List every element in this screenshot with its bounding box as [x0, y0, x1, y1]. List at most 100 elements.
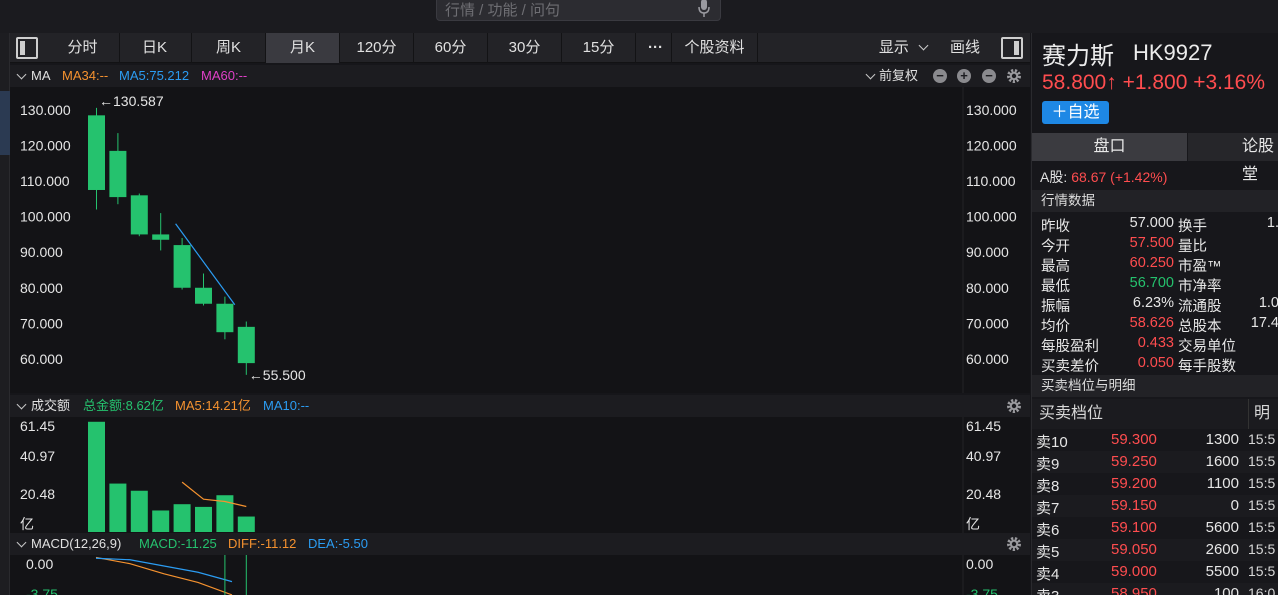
macd-chart-area[interactable]: 0.00 0.00 -3.75 -3.75: [10, 555, 1030, 595]
ma60-readout: MA60:--: [201, 68, 248, 83]
volume-bar[interactable]: [237, 516, 255, 532]
adjust-mode-label[interactable]: 前复权: [879, 65, 918, 87]
indicator-name[interactable]: MA: [31, 65, 51, 87]
zoom-in-icon[interactable]: +: [957, 69, 971, 83]
candle-body[interactable]: [88, 115, 105, 190]
period-tab-4[interactable]: 120分: [340, 33, 414, 63]
toggle-right-panel-icon[interactable]: [1001, 37, 1023, 59]
ask-price: 59.150: [1111, 497, 1157, 514]
y-axis-label-right: 40.97: [966, 448, 1001, 464]
period-tab-2[interactable]: 周K: [192, 33, 266, 63]
period-toolbar: 分时 日K 周K 月K 120分 60分 30分 15分 ··· 个股资料 显示 画线: [10, 33, 1030, 63]
search-placeholder: 行情 / 功能 / 问句: [445, 2, 561, 19]
search-box[interactable]: 行情 / 功能 / 问句: [436, 0, 721, 21]
price-chart-header: MA MA34:-- MA5:75.212 MA60:-- 前复权 − + −: [10, 65, 1030, 87]
volume-title[interactable]: 成交额: [31, 395, 70, 417]
ask-row[interactable]: 卖9 59.250 1600 15:5: [1032, 451, 1278, 473]
ask-label: 卖9: [1036, 456, 1060, 473]
detail-time: 15:5: [1248, 475, 1276, 491]
gear-icon[interactable]: [1006, 68, 1022, 84]
candle-body[interactable]: [152, 234, 170, 240]
quote-value: 1.: [1266, 215, 1278, 231]
orderbook-section: 买卖档位与明细: [1032, 375, 1278, 397]
quote-label: 买卖差价: [1041, 359, 1099, 375]
period-tab-3[interactable]: 月K: [266, 33, 340, 63]
ask-volume: 1300: [1205, 431, 1239, 448]
volume-bar[interactable]: [130, 490, 148, 532]
gear-icon[interactable]: [1006, 536, 1022, 552]
ask-row[interactable]: 卖6 59.100 5600 15:5: [1032, 517, 1278, 539]
gear-icon[interactable]: [1006, 398, 1022, 414]
candle-body[interactable]: [237, 326, 255, 364]
volume-ma10: MA10:--: [263, 398, 310, 413]
tab-lungu[interactable]: 论股堂: [1188, 133, 1278, 183]
candle-body[interactable]: [109, 150, 127, 198]
collapse-chevron-icon[interactable]: [16, 537, 27, 548]
left-edge-strip: [0, 33, 10, 595]
ask-volume: 1600: [1205, 453, 1239, 470]
candle-body[interactable]: [216, 303, 234, 333]
period-tab-5[interactable]: 60分: [414, 33, 488, 63]
macd-value: MACD:-11.25: [139, 536, 217, 551]
volume-bar[interactable]: [195, 506, 212, 532]
volume-header: 成交额 总金额:8.62亿 MA5:14.21亿 MA10:--: [10, 395, 1030, 417]
ask-price: 58.950: [1111, 585, 1157, 595]
diff-value: DIFF:-11.12: [228, 536, 297, 551]
price-chart-area[interactable]: 130.000 130.000 120.000 120.000 110.000 110.0…: [10, 87, 1030, 393]
volume-chart[interactable]: 61.45 61.45 40.97 40.97 20.48 20.48 亿 亿: [10, 417, 1030, 533]
candle-body[interactable]: [130, 195, 148, 235]
period-tab-6[interactable]: 30分: [488, 33, 562, 63]
ask-row[interactable]: 卖8 59.200 1100 15:5: [1032, 473, 1278, 495]
ma34-readout: MA34:--: [62, 68, 109, 83]
volume-bar[interactable]: [109, 483, 127, 532]
stock-profile-button[interactable]: 个股资料: [672, 33, 758, 63]
ask-row[interactable]: 卖5 59.050 2600 15:5: [1032, 539, 1278, 561]
candlestick-chart[interactable]: 130.000 130.000 120.000 120.000 110.000 110.0…: [10, 87, 1030, 393]
y-axis-label-left: 70.000: [20, 315, 63, 331]
period-tab-1[interactable]: 日K: [118, 33, 192, 63]
y-axis-label-left: 90.000: [20, 244, 63, 260]
volume-bar[interactable]: [88, 421, 105, 532]
adjust-chevron-icon[interactable]: [865, 69, 876, 80]
collapse-chevron-icon[interactable]: [16, 399, 27, 410]
quote-value: 60.250: [1129, 255, 1174, 271]
volume-bar[interactable]: [173, 504, 191, 532]
quote-row: 最高 60.250 市盈™: [1032, 255, 1278, 275]
remove-indicator-icon[interactable]: −: [982, 69, 996, 83]
volume-bar[interactable]: [152, 510, 170, 532]
period-tab-0[interactable]: 分时: [46, 33, 120, 63]
ma5-readout: MA5:75.212: [119, 68, 190, 83]
add-watchlist-button[interactable]: ＋自选: [1042, 101, 1109, 124]
macd-title[interactable]: MACD(12,26,9): [31, 533, 121, 555]
stock-name: 赛力斯: [1042, 43, 1114, 70]
period-tab-7[interactable]: 15分: [562, 33, 636, 63]
collapse-chevron-icon[interactable]: [16, 69, 27, 80]
more-periods-button[interactable]: ···: [640, 33, 672, 63]
y-axis-label-right: 0.00: [966, 556, 993, 572]
tab-pankou[interactable]: 盘口: [1032, 133, 1187, 161]
macd-chart[interactable]: 0.00 0.00 -3.75 -3.75: [10, 555, 1030, 595]
quote-value: 6.23%: [1132, 295, 1174, 311]
y-axis-label-left: 80.000: [20, 280, 63, 296]
display-menu-button[interactable]: 显示: [872, 33, 934, 63]
quote-label: 最高: [1041, 259, 1070, 275]
zoom-out-icon[interactable]: −: [933, 69, 947, 83]
y-axis-label-left: 100.000: [20, 209, 71, 225]
microphone-icon[interactable]: [697, 0, 711, 18]
ask-row[interactable]: 卖7 59.150 0 15:5: [1032, 495, 1278, 517]
toggle-left-panel-icon[interactable]: [16, 37, 38, 59]
quote-value: 1.0: [1258, 295, 1278, 311]
ask-row[interactable]: 卖4 59.000 5500 15:5: [1032, 561, 1278, 583]
display-label: 显示: [878, 39, 909, 56]
orderbook-title[interactable]: 买卖档位: [1039, 399, 1103, 429]
candle-body[interactable]: [195, 287, 212, 304]
candle-body[interactable]: [173, 245, 191, 288]
volume-total: 总金额:8.62亿: [83, 398, 164, 413]
draw-line-button[interactable]: 画线: [938, 33, 992, 63]
quote-label: 最低: [1041, 279, 1070, 295]
volume-chart-area[interactable]: 61.45 61.45 40.97 40.97 20.48 20.48 亿 亿: [10, 417, 1030, 533]
ask-row[interactable]: 卖3 58.950 100 16:0: [1032, 583, 1278, 595]
quote-label: 换手: [1178, 219, 1207, 235]
y-axis-label-right: 70.000: [966, 315, 1009, 331]
ask-row[interactable]: 卖10 59.300 1300 15:5: [1032, 429, 1278, 451]
